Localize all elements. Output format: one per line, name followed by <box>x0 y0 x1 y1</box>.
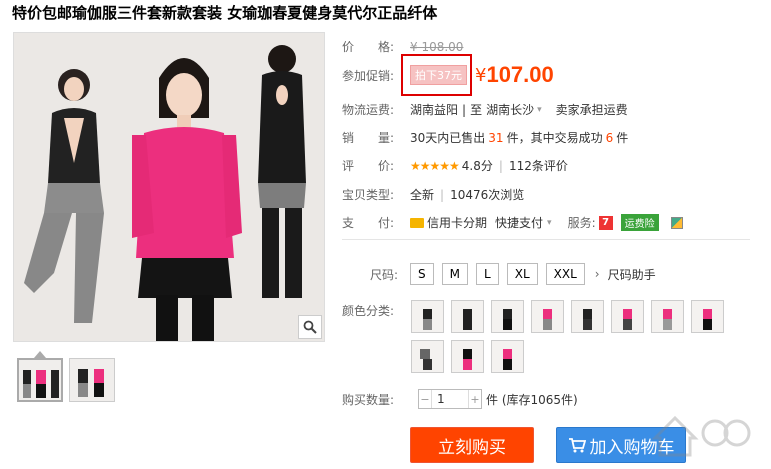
swatch-image <box>692 301 723 332</box>
color-swatch-7[interactable] <box>651 300 684 333</box>
sales-count: 31 <box>488 130 504 145</box>
color-label: 颜色分类: <box>342 304 395 318</box>
cart-icon <box>568 438 586 453</box>
ship-from: 湖南益阳 <box>410 103 459 117</box>
quantity-input[interactable]: 1 <box>431 390 469 408</box>
size-guide-link[interactable]: 尺码助手 <box>608 266 656 283</box>
ship-to-prefix: 至 <box>470 103 483 117</box>
watermark-logo <box>651 415 751 457</box>
service-label: 服务: <box>567 216 596 230</box>
color-swatch-4[interactable] <box>531 300 564 333</box>
payment-label: 支 付: <box>342 216 395 230</box>
swatch-image <box>412 301 443 332</box>
swatch-image <box>532 301 563 332</box>
swatch-image <box>612 301 643 332</box>
chevron-right-icon: › <box>594 267 600 281</box>
promo-label: 参加促销: <box>342 68 395 83</box>
swatch-image <box>492 301 523 332</box>
product-title: 特价包邮瑜伽服三件套新款套装 女瑜珈春夏健身莫代尔正品纤体 <box>12 4 438 22</box>
swatch-image <box>452 301 483 332</box>
currency-symbol: ¥ <box>475 64 487 86</box>
ship-to-select[interactable]: 湖南长沙 <box>486 101 534 118</box>
color-swatch-11[interactable] <box>491 340 524 373</box>
increment-button[interactable]: + <box>469 393 481 406</box>
view-count: 10476次浏览 <box>450 188 525 202</box>
divider <box>342 239 750 240</box>
credit-installment[interactable]: 信用卡分期 <box>427 214 487 231</box>
swatch-image <box>452 341 483 372</box>
sales-mid: 件，其中交易成功 <box>506 131 603 145</box>
seven-day-return-icon: 7 <box>598 215 613 230</box>
swatch-image <box>492 341 523 372</box>
price-label: 价 格: <box>342 40 395 54</box>
size-option-l[interactable]: L <box>476 263 499 285</box>
color-swatches <box>411 300 741 373</box>
thumbnail-2[interactable] <box>69 358 115 402</box>
thumbnail-image <box>78 369 104 397</box>
sales-success: 6 <box>605 130 614 145</box>
quick-pay[interactable]: 快捷支付 <box>495 214 543 231</box>
ship-separator: | <box>462 102 467 117</box>
zoom-button[interactable] <box>298 315 322 339</box>
shipping-note: 卖家承担运费 <box>555 103 628 117</box>
size-option-s[interactable]: S <box>410 263 434 285</box>
color-swatch-2[interactable] <box>451 300 484 333</box>
size-selector: 尺码: S M L XL XXL › 尺码助手 <box>370 263 656 285</box>
credit-card-icon <box>410 217 424 228</box>
stock-info: 件 (库存1065件) <box>486 392 578 407</box>
color-row: 颜色分类: <box>342 302 410 319</box>
rating-score: 4.8分 <box>461 159 493 173</box>
thumbnail-pointer <box>34 351 46 358</box>
item-condition: 全新 <box>410 188 435 202</box>
size-option-m[interactable]: M <box>441 263 469 285</box>
size-option-xl[interactable]: XL <box>506 263 538 285</box>
rating-separator: | <box>498 158 503 173</box>
type-separator: | <box>440 187 445 202</box>
thumbnail-1[interactable] <box>17 358 63 402</box>
product-main-image[interactable] <box>13 32 325 342</box>
rating-row: 评 价: ★★★★★ 4.8分 | 112条评价 <box>342 157 568 174</box>
review-count-link[interactable]: 112条评价 <box>509 157 568 174</box>
quantity-row: 购买数量: − 1 + 件 (库存1065件) <box>342 389 578 409</box>
swatch-image <box>412 341 443 372</box>
swatch-image <box>652 301 683 332</box>
product-photo <box>14 33 324 341</box>
shipping-row: 物流运费: 湖南益阳 | 至 湖南长沙 ▾ 卖家承担运费 <box>342 101 628 118</box>
rating-label: 评 价: <box>342 159 395 173</box>
color-swatch-10[interactable] <box>451 340 484 373</box>
thumbnail-image <box>23 370 59 398</box>
quantity-stepper: − 1 + <box>418 389 482 409</box>
promo-price: 107.00 <box>486 62 554 87</box>
color-swatch-1[interactable] <box>411 300 444 333</box>
color-swatch-3[interactable] <box>491 300 524 333</box>
color-swatch-9[interactable] <box>411 340 444 373</box>
payment-row: 支 付: 信用卡分期 快捷支付 ▾ 服务: 7 运费险 <box>342 214 683 231</box>
quantity-label: 购买数量: <box>342 392 395 407</box>
color-swatch-8[interactable] <box>691 300 724 333</box>
color-swatch-6[interactable] <box>611 300 644 333</box>
swatch-image <box>572 301 603 332</box>
size-option-xxl[interactable]: XXL <box>545 263 585 285</box>
sales-row: 销 量: 30天内已售出 31 件，其中交易成功 6 件 <box>342 129 628 146</box>
highlight-box <box>401 54 472 96</box>
thumbnail-strip <box>17 358 115 402</box>
color-swatch-5[interactable] <box>571 300 604 333</box>
shipping-insurance-badge: 运费险 <box>620 214 659 231</box>
size-label: 尺码: <box>370 267 399 282</box>
chevron-down-icon: ▾ <box>537 104 542 115</box>
shipping-label: 物流运费: <box>342 103 395 117</box>
sales-post: 件 <box>616 131 629 145</box>
star-rating: ★★★★★ <box>410 158 460 173</box>
chevron-down-icon: ▾ <box>547 217 552 228</box>
price-row: 价 格: ¥ 108.00 <box>342 38 463 55</box>
original-price: ¥ 108.00 <box>410 39 464 54</box>
magnifier-icon <box>303 320 317 334</box>
type-label: 宝贝类型: <box>342 188 395 202</box>
guarantee-icon <box>670 216 683 229</box>
sales-label: 销 量: <box>342 131 395 145</box>
buy-now-button[interactable]: 立刻购买 <box>410 427 534 463</box>
decrement-button[interactable]: − <box>419 393 431 406</box>
type-row: 宝贝类型: 全新 | 10476次浏览 <box>342 186 524 203</box>
sales-pre: 30天内已售出 <box>410 131 486 145</box>
